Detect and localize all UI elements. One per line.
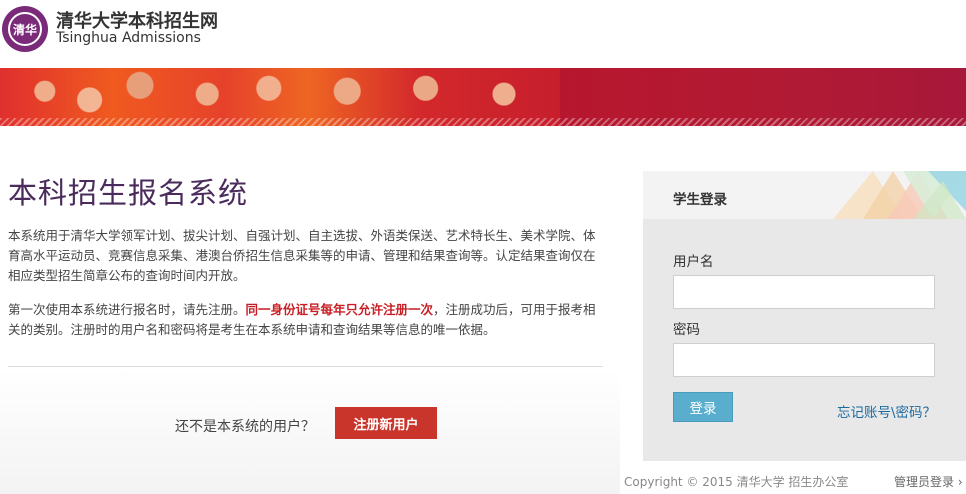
system-description: 本系统用于清华大学领军计划、拔尖计划、自强计划、自主选拔、外语类保送、艺术特长生…: [8, 228, 596, 283]
banner-stripe: [0, 118, 966, 126]
copyright-text: Copyright © 2015 清华大学 招生办公室: [624, 475, 849, 489]
site-subtitle: Tsinghua Admissions: [56, 30, 201, 46]
login-title: 学生登录: [673, 192, 727, 208]
site-header: 清华 清华大学本科招生网 Tsinghua Admissions: [0, 0, 966, 68]
username-input[interactable]: [673, 275, 935, 309]
page-title: 本科招生报名系统: [8, 176, 249, 210]
hero-banner: [0, 68, 966, 126]
register-prompt: 还不是本系统的用户？: [175, 419, 315, 435]
login-header: 学生登录: [643, 171, 966, 219]
login-button[interactable]: 登录: [673, 392, 733, 422]
password-input[interactable]: [673, 343, 935, 377]
registration-notice: 第一次使用本系统进行报名时，请先注册。同一身份证号每年只允许注册一次，注册成功后…: [8, 300, 603, 340]
username-label: 用户名: [673, 254, 714, 270]
login-form: 用户名 密码: [643, 219, 966, 461]
password-label: 密码: [673, 322, 700, 338]
divider: [8, 366, 603, 367]
register-button[interactable]: 注册新用户: [335, 407, 437, 439]
notice-text: 第一次使用本系统进行报名时，请先注册。: [8, 302, 246, 317]
forgot-password-link[interactable]: 忘记账号\密码？: [837, 401, 936, 421]
tsinghua-seal-icon[interactable]: 清华: [2, 6, 48, 52]
admin-login-link[interactable]: 管理员登录 ›: [894, 473, 963, 490]
intro-section: 本科招生报名系统 本系统用于清华大学领军计划、拔尖计划、自强计划、自主选拔、外语…: [8, 170, 603, 340]
notice-warning: 同一身份证号每年只允许注册一次: [245, 302, 434, 317]
